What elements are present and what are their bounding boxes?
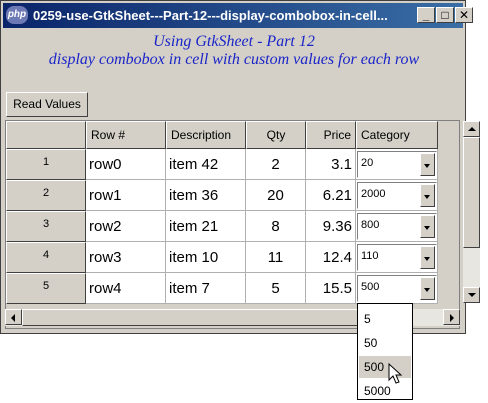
arrow-down-icon [468,293,476,297]
category-dropdown-list: 5 50 500 5000 [357,303,413,400]
cell-row[interactable]: row0 [86,149,166,180]
row-header[interactable]: 2 [6,180,86,211]
scroll-left-button[interactable] [5,309,22,325]
mouse-pointer-icon [388,363,403,384]
cell-qty[interactable]: 2 [246,149,306,180]
scroll-up-button[interactable] [463,121,480,137]
cell-row[interactable]: row3 [86,242,166,273]
combobox-value: 2000 [361,188,386,200]
column-header[interactable]: Price [306,121,356,149]
chevron-down-icon [424,195,430,199]
cell-desc[interactable]: item 10 [166,242,246,273]
chevron-down-icon [424,164,430,168]
cell-qty[interactable]: 11 [246,242,306,273]
combobox-dropdown-button[interactable] [420,215,435,238]
combobox-value: 20 [361,157,374,169]
horizontal-scroll-thumb[interactable] [22,309,358,326]
cell-price[interactable]: 3.1 [306,149,356,180]
cell-row[interactable]: row2 [86,211,166,242]
cell-price[interactable]: 6.21 [306,180,356,211]
heading-line-1: Using GtkSheet - Part 12 [153,33,315,50]
cell-row[interactable]: row1 [86,180,166,211]
column-header[interactable]: Qty [246,121,306,149]
cell-row[interactable]: row4 [86,273,166,304]
combobox-dropdown-button[interactable] [420,153,435,176]
combobox-value: 500 [361,281,380,293]
heading-line-2: display combobox in cell with custom val… [48,51,420,68]
window-title: 0259-use-GtkSheet---Part-12---display-co… [33,8,388,23]
cell-desc[interactable]: item 7 [166,273,246,304]
combobox-dropdown-button[interactable] [420,184,435,207]
cell-qty[interactable]: 8 [246,211,306,242]
read-values-button[interactable]: Read Values [6,92,88,117]
gtk-sheet: Row # Description Qty Price Category 1 row0 ite… [5,120,460,329]
arrow-up-icon [468,127,476,131]
category-combobox[interactable]: 20 [357,151,437,178]
row-header[interactable]: 5 [6,273,86,304]
chevron-down-icon [424,288,430,292]
column-header[interactable]: Description [166,121,246,149]
row-header[interactable]: 4 [6,242,86,273]
cell-price[interactable]: 9.36 [306,211,356,242]
cell-desc[interactable]: item 36 [166,180,246,211]
vertical-scroll-thumb[interactable] [463,137,480,248]
category-combobox[interactable]: 500 [357,275,437,302]
cell-desc[interactable]: item 42 [166,149,246,180]
scroll-right-button[interactable] [443,309,460,325]
cell-desc[interactable]: item 21 [166,211,246,242]
maximize-button[interactable]: □ [436,7,454,23]
combobox-value: 800 [361,219,380,231]
vertical-scrollbar[interactable] [463,121,480,303]
cell-qty[interactable]: 5 [246,273,306,304]
combobox-dropdown-button[interactable] [420,277,435,300]
row-header[interactable]: 1 [6,149,86,180]
combobox-dropdown-button[interactable] [420,246,435,269]
sheet-corner[interactable] [6,121,86,149]
row-header[interactable]: 3 [6,211,86,242]
chevron-down-icon [424,257,430,261]
column-header[interactable]: Category [356,121,438,149]
cell-qty[interactable]: 20 [246,180,306,211]
combobox-value: 110 [361,250,379,262]
category-combobox[interactable]: 2000 [357,182,437,209]
column-header[interactable]: Row # [86,121,166,149]
arrow-right-icon [450,314,454,322]
arrow-left-icon [11,314,15,322]
dropdown-option[interactable]: 50 [359,332,411,354]
close-button[interactable]: ✕ [455,7,473,23]
cell-price[interactable]: 15.5 [306,273,356,304]
scroll-down-button[interactable] [463,287,480,303]
category-combobox[interactable]: 110 [357,244,437,271]
dropdown-option[interactable]: 5 [359,308,411,330]
minimize-button[interactable]: _ [417,7,435,23]
title-bar[interactable]: php 0259-use-GtkSheet---Part-12---displa… [3,3,473,28]
cell-price[interactable]: 12.4 [306,242,356,273]
php-icon: php [6,6,28,24]
chevron-down-icon [424,226,430,230]
category-combobox[interactable]: 800 [357,213,437,240]
